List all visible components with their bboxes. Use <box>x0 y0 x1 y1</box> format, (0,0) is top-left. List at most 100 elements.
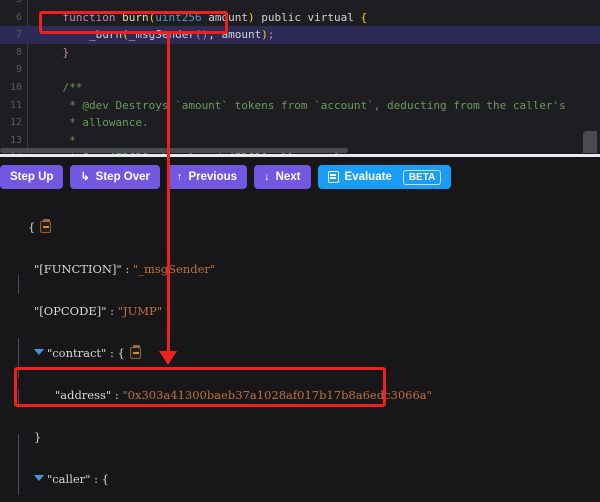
contract-address-key: "address" <box>55 388 111 402</box>
json-row-contract[interactable]: "contract" : { <box>12 322 600 343</box>
code-text: function burn(uint256 amount) public vir… <box>36 9 367 27</box>
copy-icon[interactable] <box>40 221 51 233</box>
json-row-contract-address: "address" : "0x303a41300baeb37a1028af017… <box>33 364 600 385</box>
editor-horizontal-scrollbar[interactable] <box>0 147 600 154</box>
function-value: "_msgSender" <box>133 262 215 276</box>
debugger-screen: 5 6 function burn(uint256 amount) public… <box>0 0 600 502</box>
code-token: function <box>63 11 123 24</box>
chevron-down-icon[interactable] <box>34 475 44 481</box>
json-root-open: { <box>6 196 600 217</box>
step-over-button[interactable]: ↳ Step Over <box>70 165 160 189</box>
opcode-value: "JUMP" <box>118 304 162 318</box>
code-text: * allowance. <box>36 114 149 132</box>
contract-address-value: "0x303a41300baeb37a1028af017b17b8a6edc30… <box>122 388 432 402</box>
code-line[interactable]: 6 function burn(uint256 amount) public v… <box>0 9 600 27</box>
line-number: 8 <box>0 44 22 62</box>
opcode-key: "[OPCODE]" <box>34 304 107 318</box>
next-label: Next <box>276 171 301 183</box>
code-line[interactable]: 10 /** <box>0 79 600 97</box>
json-row-function: "[FUNCTION]" : "_msgSender" <box>12 238 600 259</box>
code-token <box>36 46 63 59</box>
code-text: _burn(_msgSender(), amount); <box>36 26 274 44</box>
function-key: "[FUNCTION]" <box>34 262 122 276</box>
code-token: { <box>361 11 368 24</box>
code-token: _msgSender <box>129 28 195 41</box>
beta-badge: BETA <box>403 170 441 185</box>
line-number: 12 <box>0 114 22 132</box>
previous-label: Previous <box>189 171 238 183</box>
function-colon: : <box>122 262 133 276</box>
step-over-icon: ↳ <box>80 172 89 183</box>
code-token: burn <box>122 11 149 24</box>
caller-key: "caller" <box>47 472 91 486</box>
previous-button[interactable]: ↑ Previous <box>167 165 247 189</box>
evaluate-label: Evaluate <box>345 171 392 183</box>
arrow-up-icon: ↑ <box>177 172 183 183</box>
root-open-brace: { <box>28 220 35 234</box>
line-number: 7 <box>0 26 22 44</box>
code-token: ; <box>268 28 275 41</box>
json-row-caller-address: "address" : "0xc82bbe41f2cf04e3a8efa18f7… <box>33 490 600 502</box>
scrollbar-thumb[interactable] <box>0 148 348 153</box>
code-token: ( <box>122 28 129 41</box>
code-token: ) <box>248 11 255 24</box>
json-row-caller[interactable]: "caller" : { <box>12 448 600 469</box>
debug-output-panel[interactable]: { "[FUNCTION]" : "_msgSender" "[OPCODE]"… <box>0 196 600 502</box>
code-text: } <box>36 44 69 62</box>
chevron-down-icon[interactable] <box>34 349 44 355</box>
json-row-contract-close: } <box>12 406 600 427</box>
code-editor[interactable]: 5 6 function burn(uint256 amount) public… <box>0 0 600 154</box>
code-token: _burn <box>89 28 122 41</box>
line-number: 9 <box>0 61 22 79</box>
code-token <box>36 0 63 6</box>
next-button[interactable]: ↓ Next <box>254 165 310 189</box>
caller-tree-line <box>18 338 19 378</box>
json-row-opcode: "[OPCODE]" : "JUMP" <box>12 280 600 301</box>
line-number: 5 <box>0 0 22 9</box>
line-number: 6 <box>0 9 22 27</box>
code-token: ( <box>195 28 202 41</box>
caller-colon: : <box>90 472 101 486</box>
code-token: amount <box>202 11 248 24</box>
code-lines: 5 6 function burn(uint256 amount) public… <box>0 0 600 145</box>
line-number: 11 <box>0 97 22 115</box>
contract-close-brace: } <box>34 430 41 444</box>
code-line[interactable]: 12 * allowance. <box>0 114 600 132</box>
code-token: } <box>63 46 70 59</box>
output-tree-line <box>18 389 19 408</box>
arrow-down-icon: ↓ <box>264 172 270 183</box>
code-token: * <box>36 134 76 147</box>
contract-address-colon: : <box>111 388 122 402</box>
step-up-label: Step Up <box>10 171 53 183</box>
contract-open-brace: { <box>118 346 125 360</box>
contract-tree-line <box>18 275 19 294</box>
code-line[interactable]: 9 <box>0 61 600 79</box>
caller-open-brace: { <box>102 472 109 486</box>
line-number: 10 <box>0 79 22 97</box>
opcode-colon: : <box>107 304 118 318</box>
code-line[interactable]: 5 <box>0 0 600 9</box>
evaluate-button[interactable]: Evaluate BETA <box>318 165 452 189</box>
contract-colon: : <box>106 346 117 360</box>
code-line-current[interactable]: 7 _burn(_msgSender(), amount); <box>0 26 600 44</box>
code-token <box>36 11 63 24</box>
code-token: * @dev Destroys `amount` tokens from `ac… <box>36 99 566 112</box>
debugger-toolbar: Step Up ↳ Step Over ↑ Previous ↓ Next Ev… <box>0 160 600 194</box>
code-text <box>36 0 63 9</box>
code-token: ) <box>261 28 268 41</box>
code-line[interactable]: 11 * @dev Destroys `amount` tokens from … <box>0 97 600 115</box>
editor-panel-divider <box>0 154 600 157</box>
code-token: , amount <box>208 28 261 41</box>
code-token: /** <box>36 81 82 94</box>
step-up-button[interactable]: Step Up <box>0 165 63 189</box>
contract-key: "contract" <box>47 346 106 360</box>
copy-icon[interactable] <box>130 347 141 359</box>
code-token: uint256 <box>155 11 201 24</box>
code-text: /** <box>36 79 82 97</box>
code-line[interactable]: 8 } <box>0 44 600 62</box>
step-over-label: Step Over <box>96 171 150 183</box>
code-token: * allowance. <box>36 116 149 129</box>
gas-tree-line <box>18 434 19 495</box>
code-token: public virtual <box>255 11 361 24</box>
code-text: * @dev Destroys `amount` tokens from `ac… <box>36 97 566 115</box>
